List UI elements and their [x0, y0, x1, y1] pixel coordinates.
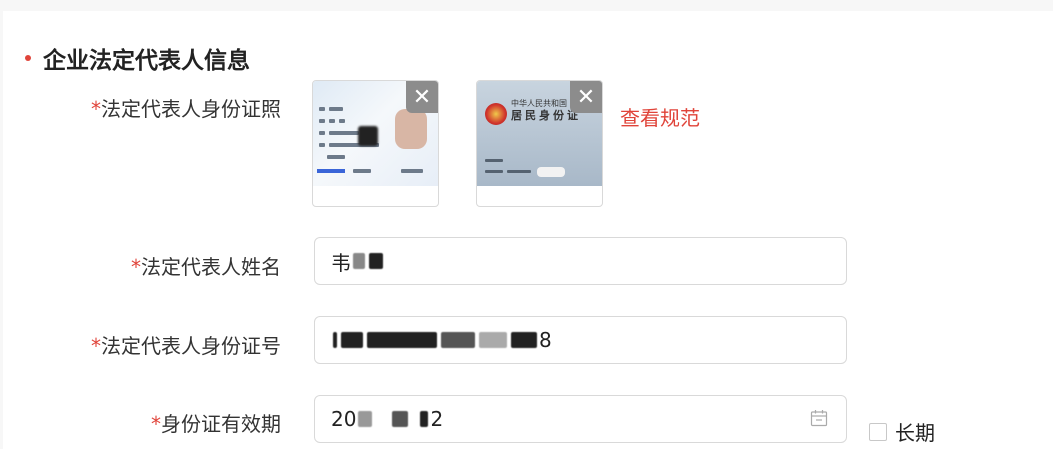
name-label-text: 法定代表人姓名: [141, 255, 281, 279]
close-icon: ✕: [576, 84, 596, 110]
validity-label-text: 身份证有效期: [161, 412, 281, 436]
section-title: 企业法定代表人信息: [25, 41, 250, 75]
view-spec-link[interactable]: 查看规范: [620, 102, 700, 131]
section-dot-icon: [25, 55, 31, 61]
id-back-upload[interactable]: 中华人民共和国 居民身份证 ✕: [476, 80, 603, 207]
id-photo-portrait: [395, 109, 427, 149]
close-icon: ✕: [412, 84, 432, 110]
name-input[interactable]: 韦: [314, 237, 847, 285]
required-mark: *: [91, 97, 101, 121]
name-value-start: 韦: [331, 250, 351, 275]
section-title-text: 企业法定代表人信息: [43, 48, 250, 74]
id-number-input[interactable]: 8: [314, 316, 847, 364]
id-photo-label: *法定代表人身份证照: [91, 93, 281, 122]
id-number-label-text: 法定代表人身份证号: [101, 334, 281, 358]
required-mark: *: [151, 412, 161, 436]
legal-rep-panel: 企业法定代表人信息 *法定代表人身份证照 ✕ 中华人民共和国 居民身份证 ✕ 查…: [3, 11, 1053, 449]
long-term-checkbox-box[interactable]: [869, 422, 887, 441]
id-number-label: *法定代表人身份证号: [91, 330, 281, 359]
required-mark: *: [91, 334, 101, 358]
id-number-value-end: 8: [539, 328, 552, 352]
validity-value-start: 20: [331, 407, 357, 431]
remove-back-button[interactable]: ✕: [570, 81, 602, 113]
long-term-checkbox[interactable]: 长期: [869, 417, 935, 446]
long-term-label: 长期: [895, 421, 935, 445]
name-label: *法定代表人姓名: [131, 251, 281, 280]
validity-label: *身份证有效期: [151, 408, 281, 437]
national-emblem-icon: [485, 103, 507, 125]
id-photo-label-text: 法定代表人身份证照: [101, 97, 281, 121]
validity-date-input[interactable]: 20 2: [314, 395, 847, 443]
calendar-icon[interactable]: [810, 409, 828, 427]
validity-value-end: 2: [430, 407, 444, 431]
page: 企业法定代表人信息 *法定代表人身份证照 ✕ 中华人民共和国 居民身份证 ✕ 查…: [0, 0, 1053, 449]
remove-front-button[interactable]: ✕: [406, 81, 438, 113]
id-front-upload[interactable]: ✕: [312, 80, 439, 207]
required-mark: *: [131, 255, 141, 279]
